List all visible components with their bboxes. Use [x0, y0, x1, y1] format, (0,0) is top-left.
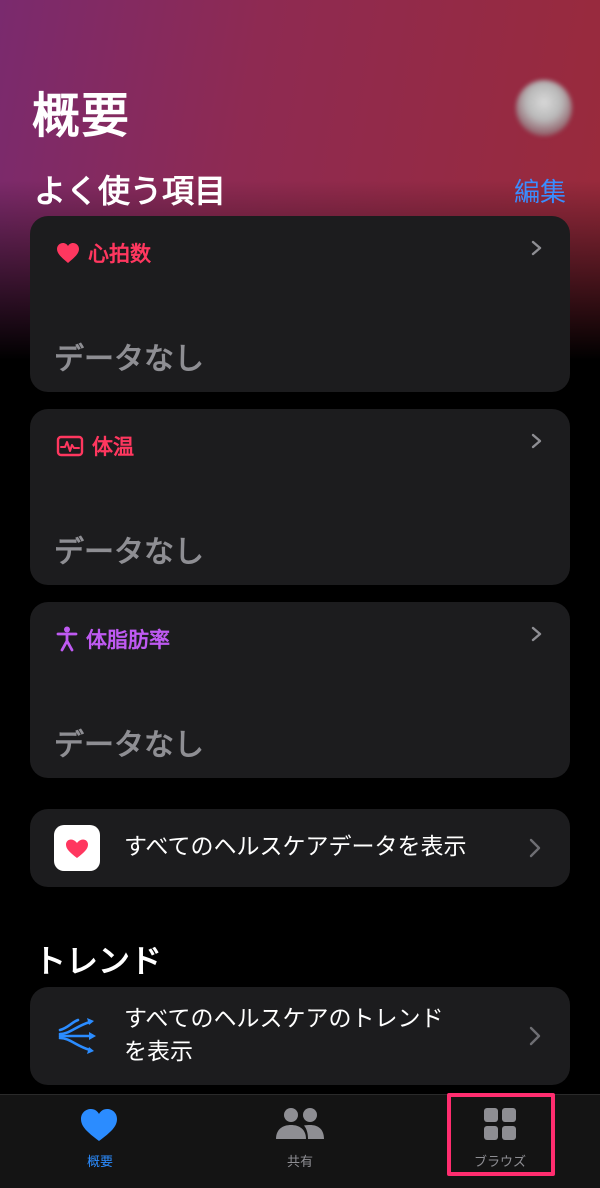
chevron-right-icon [529, 1026, 541, 1046]
tab-sharing[interactable]: 共有 [200, 1095, 400, 1188]
chevron-right-icon [531, 433, 542, 449]
thermometer-wave-icon [56, 435, 84, 457]
card-label: 心拍数 [88, 242, 151, 266]
heart-icon [57, 243, 79, 263]
chevron-right-icon [529, 838, 541, 858]
card-label: 体脂肪率 [86, 628, 170, 652]
chevron-right-icon [531, 240, 542, 256]
tab-label: 概要 [86, 1155, 113, 1170]
trends-label-line2: を表示 [124, 1039, 193, 1066]
show-all-trends-label: すべてのヘルスケアのトレンド を表示 [124, 1003, 443, 1070]
profile-avatar[interactable] [516, 80, 572, 136]
trends-label-line1: すべてのヘルスケアのトレンド [124, 1006, 444, 1032]
favorites-section-title: よく使う項目 [34, 172, 227, 210]
trends-section-title: トレンド [34, 942, 163, 980]
tab-label: ブラウズ [473, 1155, 526, 1170]
page-title: 概要 [32, 88, 131, 144]
health-app-icon [54, 825, 100, 871]
favorite-card-body-temperature[interactable]: 体温 データなし [30, 409, 570, 585]
tab-browse[interactable]: ブラウズ [400, 1095, 600, 1188]
card-value: データなし [54, 535, 204, 570]
show-all-health-data-label: すべてのヘルスケアデータを表示 [124, 834, 467, 860]
card-label: 体温 [92, 435, 134, 459]
tab-summary[interactable]: 概要 [0, 1095, 200, 1188]
card-value: データなし [54, 342, 204, 377]
trend-arrows-icon [58, 1018, 96, 1054]
edit-favorites-button[interactable]: 編集 [514, 172, 566, 209]
show-all-trends-button[interactable]: すべてのヘルスケアのトレンド を表示 [30, 987, 570, 1085]
heart-icon [81, 1109, 117, 1141]
body-figure-icon [56, 626, 78, 652]
card-value: データなし [54, 728, 204, 763]
tab-label: 共有 [286, 1155, 313, 1170]
grid-icon [484, 1108, 516, 1140]
tab-bar: 概要 共有 ブラウズ [0, 1094, 600, 1188]
people-icon [276, 1108, 324, 1139]
favorite-card-body-fat[interactable]: 体脂肪率 データなし [30, 602, 570, 778]
chevron-right-icon [531, 626, 542, 642]
show-all-health-data-button[interactable]: すべてのヘルスケアデータを表示 [30, 809, 570, 887]
summary-screen: 概要 よく使う項目 編集 心拍数 データなし 体温 データなし 体脂肪率 データ… [0, 0, 600, 1188]
favorite-card-heart-rate[interactable]: 心拍数 データなし [30, 216, 570, 392]
